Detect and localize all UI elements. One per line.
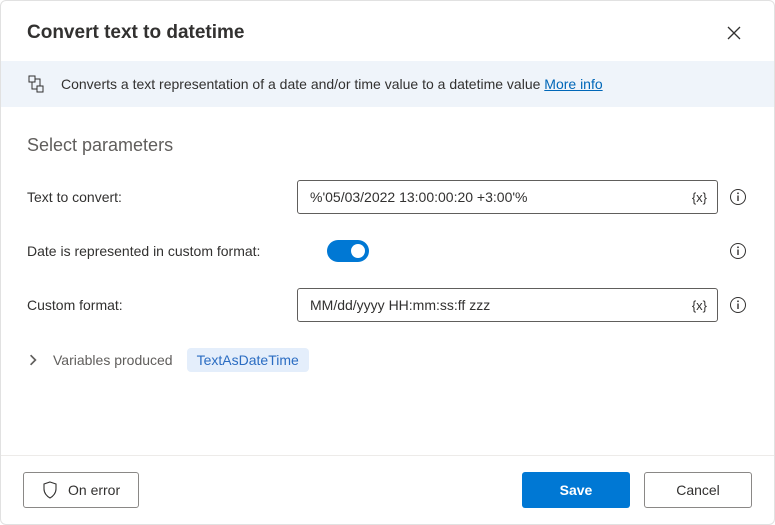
info-icon	[729, 242, 747, 260]
on-error-label: On error	[68, 482, 120, 498]
info-icon	[729, 188, 747, 206]
help-custom-format[interactable]	[728, 295, 748, 315]
info-icon	[729, 296, 747, 314]
input-text-to-convert[interactable]	[308, 188, 690, 206]
input-custom-format[interactable]	[308, 296, 690, 314]
section-heading: Select parameters	[27, 135, 748, 156]
help-text-to-convert[interactable]	[728, 187, 748, 207]
toggle-custom-format[interactable]	[327, 240, 369, 262]
on-error-button[interactable]: On error	[23, 472, 139, 508]
variables-produced-row: Variables produced TextAsDateTime	[27, 348, 748, 372]
label-text-to-convert: Text to convert:	[27, 189, 297, 205]
banner-description: Converts a text representation of a date…	[61, 76, 544, 92]
variables-produced-label: Variables produced	[53, 352, 173, 368]
dialog-footer: On error Save Cancel	[1, 455, 774, 524]
shield-icon	[42, 481, 58, 499]
toggle-knob	[351, 244, 365, 258]
row-custom-format: Custom format: {x}	[27, 288, 748, 322]
row-text-to-convert: Text to convert: {x}	[27, 180, 748, 214]
label-custom-format: Custom format:	[27, 297, 297, 313]
help-custom-format-toggle[interactable]	[728, 241, 748, 261]
banner-text: Converts a text representation of a date…	[61, 76, 603, 92]
variable-chip[interactable]: TextAsDateTime	[187, 348, 309, 372]
variables-expand-button[interactable]	[27, 354, 39, 366]
dialog-header: Convert text to datetime	[1, 1, 774, 61]
variable-picker-button[interactable]: {x}	[690, 190, 709, 205]
more-info-link[interactable]: More info	[544, 76, 602, 92]
info-banner: Converts a text representation of a date…	[1, 61, 774, 107]
chevron-right-icon	[27, 354, 39, 366]
close-icon	[727, 26, 741, 40]
label-custom-format-toggle: Date is represented in custom format:	[27, 243, 327, 259]
dialog-body: Select parameters Text to convert: {x} D…	[1, 107, 774, 455]
row-custom-format-toggle: Date is represented in custom format:	[27, 240, 748, 262]
cancel-button[interactable]: Cancel	[644, 472, 752, 508]
variable-picker-button[interactable]: {x}	[690, 298, 709, 313]
save-button[interactable]: Save	[522, 472, 630, 508]
input-wrap-custom-format: {x}	[297, 288, 718, 322]
action-icon	[27, 75, 45, 93]
dialog-title: Convert text to datetime	[27, 22, 244, 44]
input-wrap-text-to-convert: {x}	[297, 180, 718, 214]
close-button[interactable]	[720, 19, 748, 47]
dialog-container: Convert text to datetime Converts a text…	[0, 0, 775, 525]
